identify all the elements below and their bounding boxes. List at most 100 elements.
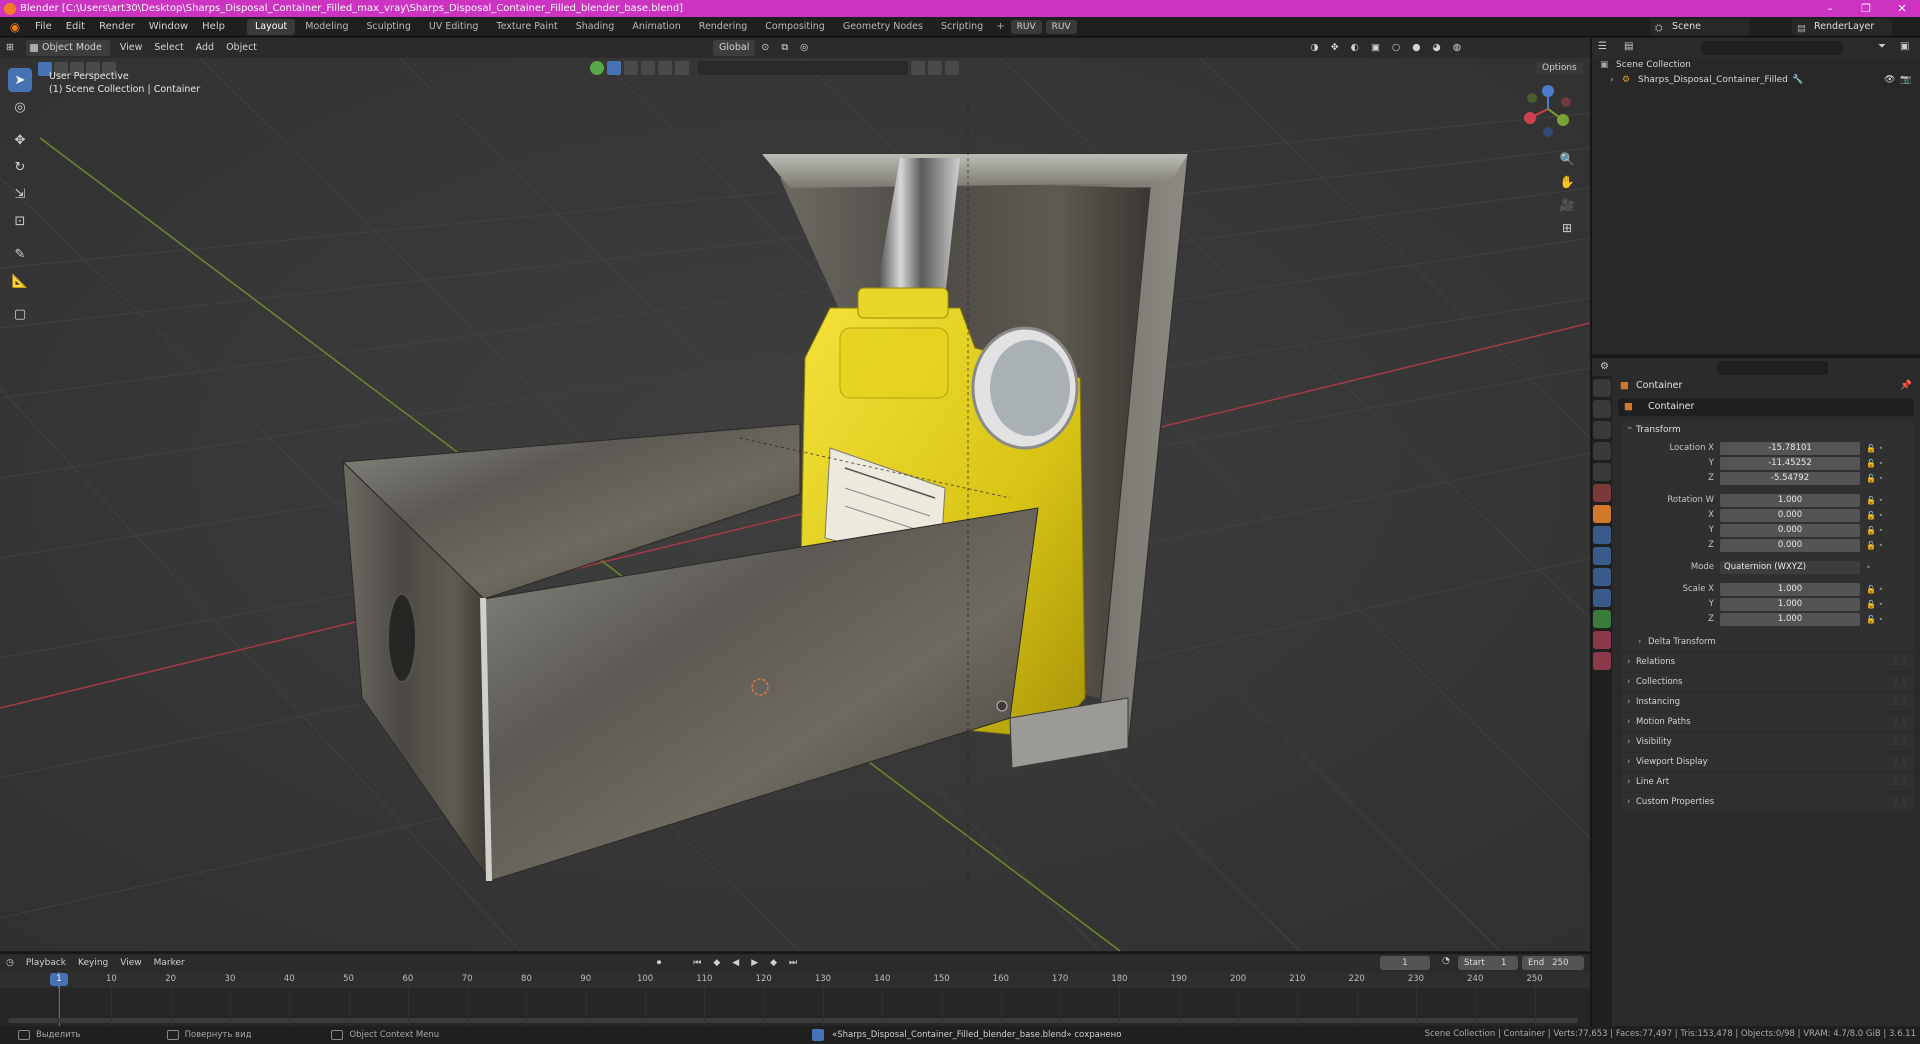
record-button-icon[interactable]: ⏺ <box>651 958 668 968</box>
filter-light-icon[interactable] <box>641 61 655 75</box>
outliner-editor-icon[interactable]: ☰ <box>1598 41 1607 52</box>
rotation-y-lock-icon[interactable]: 🔓 • <box>1860 526 1890 535</box>
current-frame-field[interactable]: 1 <box>1380 956 1430 970</box>
rotation-y-field[interactable]: 0.000 <box>1720 523 1860 537</box>
outliner-search-input[interactable] <box>1702 41 1842 55</box>
menu-window[interactable]: Window <box>142 17 195 37</box>
menu-playback[interactable]: Playback <box>20 958 72 968</box>
rotate-tool-icon[interactable]: ↻ <box>8 155 32 179</box>
filter-funnel-icon[interactable] <box>945 61 959 75</box>
transform-panel-title[interactable]: Transform <box>1622 417 1914 440</box>
location-y-field[interactable]: -11.45252 <box>1720 456 1860 470</box>
display-mode-icon[interactable]: ▤ <box>1624 41 1633 52</box>
camera-view-icon[interactable]: 🎥 <box>1556 194 1578 216</box>
properties-search-input[interactable] <box>1718 361 1828 375</box>
end-frame-field[interactable]: End 250 <box>1522 956 1584 970</box>
menu-select[interactable]: Select <box>148 40 189 56</box>
tool-tab-icon[interactable] <box>1593 379 1611 397</box>
menu-view[interactable]: View <box>114 40 149 56</box>
pivot-icon[interactable]: ⊙ <box>755 40 775 56</box>
location-x-field[interactable]: -15.78101 <box>1720 441 1860 455</box>
location-x-lock-icon[interactable]: 🔓 • <box>1860 444 1890 453</box>
shading-rendered-icon[interactable]: ◍ <box>1447 40 1467 56</box>
filter-mesh-icon[interactable] <box>624 61 638 75</box>
particles-tab-icon[interactable] <box>1593 547 1611 565</box>
annotate-tool-icon[interactable]: ✎ <box>8 242 32 266</box>
relations-panel[interactable]: Relations ⋮⋮ <box>1622 653 1914 671</box>
proportional-edit-icon[interactable]: ◎ <box>794 40 814 56</box>
outliner-row-object[interactable]: › ⚙ Sharps_Disposal_Container_Filled 🔧 👁… <box>1592 73 1920 88</box>
menu-render[interactable]: Render <box>92 17 142 37</box>
rotation-x-lock-icon[interactable]: 🔓 • <box>1860 511 1890 520</box>
orthographic-toggle-icon[interactable]: ⊞ <box>1556 217 1578 239</box>
object-mode-dropdown[interactable]: Object Mode <box>25 40 110 56</box>
filter-camera-icon[interactable] <box>658 61 672 75</box>
delta-transform-subpanel[interactable]: Delta Transform <box>1622 633 1914 651</box>
move-tool-icon[interactable]: ✥ <box>8 128 32 152</box>
render-layer-selector[interactable]: ▤ RenderLayer <box>1792 19 1892 35</box>
3d-viewport[interactable]: Options User Perspective (1) Scene Colle… <box>0 58 1590 951</box>
drag-handle-icon[interactable]: ⋮⋮ <box>1892 673 1908 691</box>
tab-uv-editing[interactable]: UV Editing <box>421 19 487 35</box>
data-tab-icon[interactable] <box>1593 610 1611 628</box>
drag-handle-icon[interactable]: ⋮⋮ <box>1892 713 1908 731</box>
menu-file[interactable]: File <box>28 17 59 37</box>
scale-y-field[interactable]: 1.000 <box>1720 597 1860 611</box>
preview-range-icon[interactable]: ◔ <box>1436 956 1456 966</box>
scene-selector[interactable]: ⛭ Scene <box>1650 19 1750 35</box>
object-name-field[interactable]: ■ Container <box>1618 398 1914 416</box>
transform-tool-icon[interactable]: ⊡ <box>8 209 32 233</box>
menu-timeline-view[interactable]: View <box>114 958 147 968</box>
play-icon[interactable]: ▶ <box>745 958 764 968</box>
physics-tab-icon[interactable] <box>1593 568 1611 586</box>
play-reverse-icon[interactable]: ◀ <box>726 958 745 968</box>
rotation-w-field[interactable]: 1.000 <box>1720 493 1860 507</box>
zoom-icon[interactable]: 🔍 <box>1556 148 1578 170</box>
viewport-search-field[interactable] <box>698 61 908 75</box>
measure-tool-icon[interactable]: 📐 <box>8 269 32 293</box>
drag-handle-icon[interactable]: ⋮⋮ <box>1892 773 1908 791</box>
rotation-x-field[interactable]: 0.000 <box>1720 508 1860 522</box>
start-frame-field[interactable]: Start 1 <box>1458 956 1518 970</box>
tab-geometry-nodes[interactable]: Geometry Nodes <box>835 19 931 35</box>
jump-end-icon[interactable]: ⏭ <box>783 958 803 968</box>
color-picker-icon[interactable] <box>590 61 604 75</box>
tab-texture-paint[interactable]: Texture Paint <box>488 19 565 35</box>
snap-icon[interactable]: ⧉ <box>775 40 794 56</box>
prev-keyframe-icon[interactable]: ◆ <box>707 958 726 968</box>
tab-rendering[interactable]: Rendering <box>691 19 756 35</box>
modifier-tab-icon[interactable] <box>1593 526 1611 544</box>
ruv-download-button[interactable]: RUV <box>1045 19 1077 34</box>
scale-tool-icon[interactable]: ⇲ <box>8 182 32 206</box>
jump-start-icon[interactable]: ⏮ <box>687 958 707 968</box>
constraints-tab-icon[interactable] <box>1593 589 1611 607</box>
select-tool-icon[interactable]: ➤ <box>8 68 32 92</box>
texture-tab-icon[interactable] <box>1593 652 1611 670</box>
drag-handle-icon[interactable]: ⋮⋮ <box>1892 653 1908 671</box>
object-tab-icon[interactable] <box>1593 505 1611 523</box>
gizmo-toggle-icon[interactable]: ✥ <box>1325 40 1345 56</box>
world-tab-icon[interactable] <box>1593 484 1611 502</box>
overlay-toggle-icon[interactable]: ◐ <box>1345 40 1365 56</box>
ruv-upload-button[interactable]: RUV <box>1010 19 1042 34</box>
shading-material-icon[interactable]: ◕ <box>1427 40 1447 56</box>
visibility-eye-icon[interactable]: 👁 <box>1884 73 1895 88</box>
menu-keying[interactable]: Keying <box>72 958 114 968</box>
menu-object[interactable]: Object <box>220 40 263 56</box>
grid-view-icon[interactable] <box>928 61 942 75</box>
viewport-scene[interactable] <box>0 58 1590 951</box>
render-tab-icon[interactable] <box>1593 400 1611 418</box>
blender-logo-icon[interactable]: ◉ <box>6 20 24 34</box>
timeline-scrollbar[interactable] <box>8 1018 1578 1023</box>
tab-compositing[interactable]: Compositing <box>757 19 833 35</box>
minimize-button[interactable]: – <box>1812 2 1848 15</box>
transform-orientation-dropdown[interactable]: Global <box>713 40 756 56</box>
properties-editor-icon[interactable]: ⚙ <box>1600 361 1609 372</box>
timeline-area[interactable]: 1102030405060708090100110120130140150160… <box>0 972 1590 1026</box>
output-tab-icon[interactable] <box>1593 421 1611 439</box>
visibility-icon[interactable]: ◑ <box>1304 40 1324 56</box>
visibility-panel[interactable]: Visibility ⋮⋮ <box>1622 733 1914 751</box>
material-tab-icon[interactable] <box>1593 631 1611 649</box>
filter-object-icon[interactable] <box>607 61 621 75</box>
shading-wireframe-icon[interactable]: ○ <box>1386 40 1406 56</box>
